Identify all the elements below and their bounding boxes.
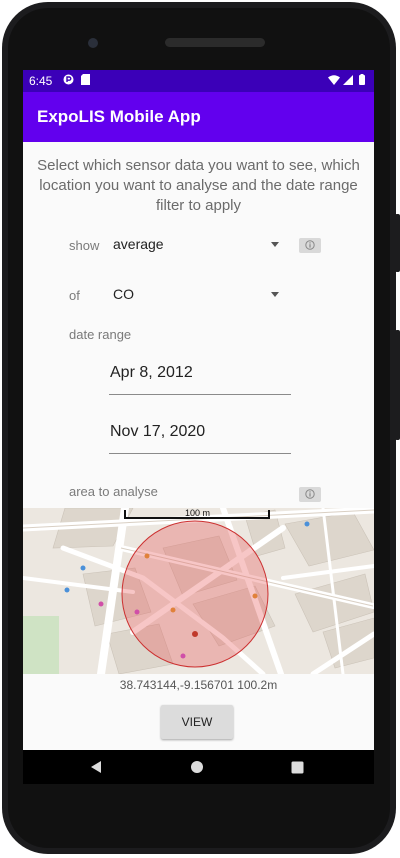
wifi-icon [328,74,340,85]
info-icon [305,489,315,499]
signal-icon [343,74,353,85]
show-spinner[interactable]: average [107,232,283,258]
show-info-button[interactable] [299,238,321,253]
end-date-value: Nov 17, 2020 [110,423,206,440]
earpiece-speaker [165,38,265,47]
power-button [395,214,400,272]
device-screen: 6:45 ExpoLIS Mobile App Select which sen… [23,70,374,784]
area-label: area to analyse [69,484,158,499]
of-dropdown-icon [271,292,279,297]
status-time: 6:45 [29,74,53,88]
start-date-field[interactable]: Apr 8, 2012 [109,360,291,395]
recents-icon[interactable] [291,761,304,779]
app-title: ExpoLIS Mobile App [37,107,201,126]
show-dropdown-icon [271,242,279,247]
scale-bar-label: 100 m [185,508,211,518]
date-range-label: date range [69,327,132,342]
volume-button [395,330,400,440]
back-icon[interactable] [89,760,103,779]
view-button[interactable]: VIEW [161,705,233,739]
sd-card-icon [81,74,91,85]
of-spinner-value: CO [113,286,134,302]
navigation-bar [23,750,374,784]
instructions-text: Select which sensor data you want to see… [37,157,360,214]
info-icon [305,240,315,250]
show-spinner-value: average [113,236,164,252]
app-bar: ExpoLIS Mobile App [23,92,374,142]
coordinates-text: 38.743144,-9.156701 100.2m [119,678,278,692]
end-date-field[interactable]: Nov 17, 2020 [109,419,291,454]
status-bar: 6:45 [23,70,374,92]
home-icon[interactable] [190,760,204,779]
map-markers [64,521,310,659]
of-label: of [69,288,80,303]
start-date-value: Apr 8, 2012 [110,364,193,381]
pin-icon [64,521,310,659]
of-spinner[interactable]: CO [107,282,283,308]
front-camera [88,38,98,48]
battery-icon [359,74,365,85]
area-map[interactable]: 100 m [23,508,374,674]
app-notification-icon [63,74,74,85]
area-info-button[interactable] [299,487,321,502]
show-label: show [69,238,100,253]
